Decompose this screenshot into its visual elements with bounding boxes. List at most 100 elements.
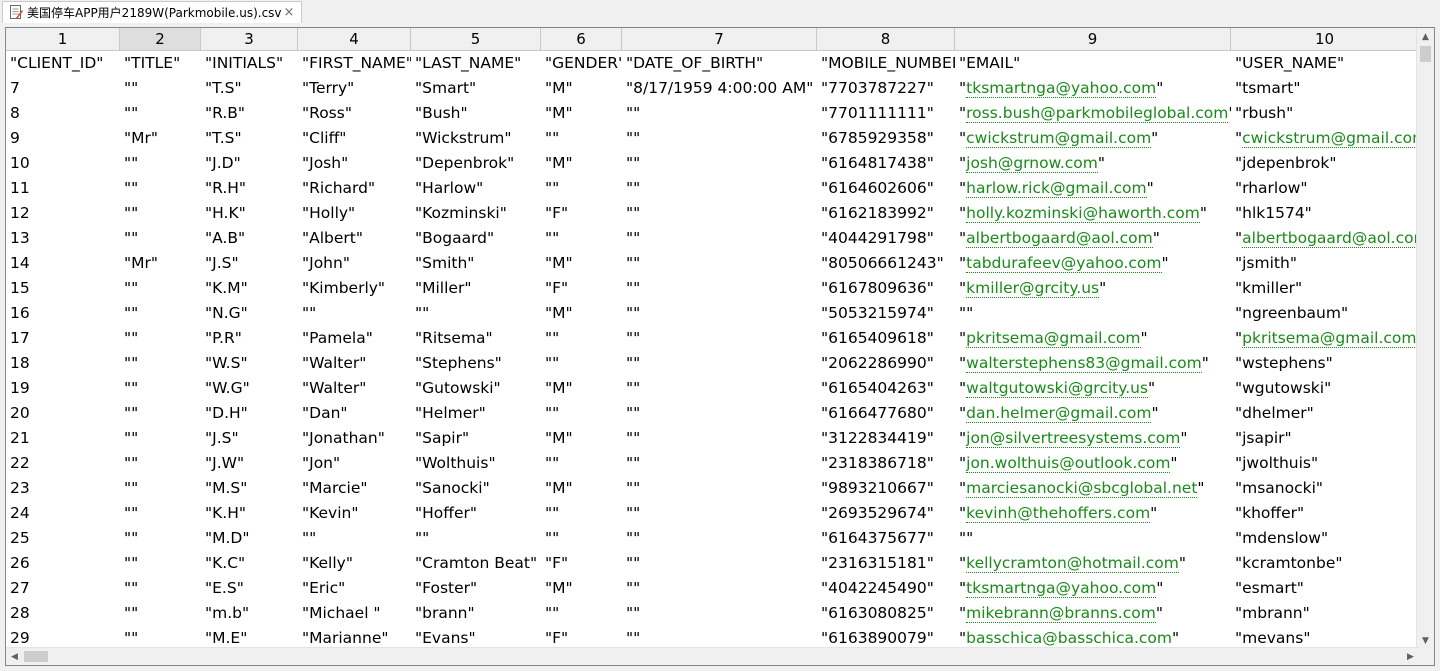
table-cell[interactable]: "Gutowski" — [411, 376, 541, 401]
table-cell[interactable]: "tksmartnga@yahoo.com" — [955, 76, 1231, 101]
table-cell[interactable]: 27 — [6, 576, 120, 601]
table-cell[interactable]: "M" — [541, 426, 622, 451]
table-cell[interactable]: "harlow.rick@gmail.com" — [955, 176, 1231, 201]
table-cell[interactable]: "" — [622, 576, 817, 601]
table-cell[interactable]: "D.H" — [201, 401, 298, 426]
table-cell[interactable]: "6164375677" — [817, 526, 955, 551]
vertical-scrollbar[interactable]: ▲ ▼ — [1416, 28, 1434, 649]
table-cell[interactable]: "Bush" — [411, 101, 541, 126]
table-cell[interactable]: "2693529674" — [817, 501, 955, 526]
email-link[interactable]: kellycramton@hotmail.com — [966, 554, 1179, 573]
table-cell[interactable]: "" — [120, 176, 201, 201]
table-cell[interactable]: "" — [120, 401, 201, 426]
table-cell[interactable]: "F" — [541, 201, 622, 226]
table-cell[interactable]: "" — [120, 476, 201, 501]
scroll-up-icon[interactable]: ▲ — [1417, 28, 1434, 45]
table-cell[interactable]: "marciesanocki@sbcglobal.net" — [955, 476, 1231, 501]
table-cell[interactable]: 15 — [6, 276, 120, 301]
table-cell[interactable]: "mikebrann@branns.com" — [955, 601, 1231, 626]
table-cell[interactable]: "jdepenbrok" — [1231, 151, 1419, 176]
table-cell[interactable]: "Josh" — [298, 151, 411, 176]
table-cell[interactable]: "tabdurafeev@yahoo.com" — [955, 251, 1231, 276]
table-cell[interactable]: "mdenslow" — [1231, 526, 1419, 551]
table-cell[interactable]: "Foster" — [411, 576, 541, 601]
table-cell[interactable]: "9893210667" — [817, 476, 955, 501]
table-cell[interactable]: "" — [541, 501, 622, 526]
table-cell[interactable]: "" — [541, 451, 622, 476]
table-cell[interactable]: "FIRST_NAME" — [298, 51, 411, 76]
table-cell[interactable]: "Kozminski" — [411, 201, 541, 226]
table-cell[interactable]: "" — [541, 351, 622, 376]
table-cell[interactable]: "Kelly" — [298, 551, 411, 576]
table-cell[interactable]: "Smith" — [411, 251, 541, 276]
table-cell[interactable]: 14 — [6, 251, 120, 276]
table-cell[interactable]: "J.W" — [201, 451, 298, 476]
table-cell[interactable]: "Dan" — [298, 401, 411, 426]
email-link[interactable]: cwickstrum@gmail.com — [1242, 129, 1419, 148]
table-cell[interactable]: "" — [622, 176, 817, 201]
table-cell[interactable]: "" — [120, 276, 201, 301]
column-header-8[interactable]: 8 — [817, 28, 955, 51]
table-cell[interactable]: "W.G" — [201, 376, 298, 401]
email-link[interactable]: tksmartnga@yahoo.com — [966, 579, 1157, 598]
table-cell[interactable]: "F" — [541, 276, 622, 301]
table-cell[interactable]: "6163080825" — [817, 601, 955, 626]
table-cell[interactable]: "" — [120, 451, 201, 476]
table-cell[interactable]: 28 — [6, 601, 120, 626]
table-cell[interactable]: "6162183992" — [817, 201, 955, 226]
table-cell[interactable]: "kmiller@grcity.us" — [955, 276, 1231, 301]
table-cell[interactable]: 13 — [6, 226, 120, 251]
column-header-7[interactable]: 7 — [622, 28, 817, 51]
table-cell[interactable]: "wgutowski" — [1231, 376, 1419, 401]
table-cell[interactable]: "tsmart" — [1231, 76, 1419, 101]
table-cell[interactable]: "8/17/1959 4:00:00 AM" — [622, 76, 817, 101]
email-link[interactable]: marciesanocki@sbcglobal.net — [966, 479, 1198, 498]
table-cell[interactable]: "ross.bush@parkmobileglobal.com" — [955, 101, 1231, 126]
table-cell[interactable]: "J.S" — [201, 251, 298, 276]
email-link[interactable]: basschica@basschica.com — [966, 629, 1172, 648]
column-header-5[interactable]: 5 — [411, 28, 541, 51]
table-cell[interactable]: "Sapir" — [411, 426, 541, 451]
table-cell[interactable]: "Wolthuis" — [411, 451, 541, 476]
table-cell[interactable]: "M" — [541, 251, 622, 276]
table-cell[interactable]: "" — [622, 451, 817, 476]
table-cell[interactable]: "" — [120, 226, 201, 251]
table-cell[interactable]: "4042245490" — [817, 576, 955, 601]
table-cell[interactable]: "mevans" — [1231, 626, 1419, 649]
table-cell[interactable]: "esmart" — [1231, 576, 1419, 601]
table-cell[interactable]: "" — [120, 501, 201, 526]
table-cell[interactable]: "holly.kozminski@haworth.com" — [955, 201, 1231, 226]
file-tab[interactable]: 美国停车APP用户2189W(Parkmobile.us).csv × — [2, 1, 302, 23]
table-cell[interactable]: "waltgutowski@grcity.us" — [955, 376, 1231, 401]
table-cell[interactable]: "M.S" — [201, 476, 298, 501]
table-cell[interactable]: "rharlow" — [1231, 176, 1419, 201]
table-cell[interactable]: "Helmer" — [411, 401, 541, 426]
table-cell[interactable]: "" — [622, 101, 817, 126]
table-cell[interactable]: "" — [411, 526, 541, 551]
table-cell[interactable]: "Jonathan" — [298, 426, 411, 451]
table-cell[interactable]: "" — [298, 526, 411, 551]
table-cell[interactable]: "3122834419" — [817, 426, 955, 451]
horizontal-scroll-thumb[interactable] — [24, 651, 48, 662]
table-cell[interactable]: "E.S" — [201, 576, 298, 601]
table-cell[interactable]: "" — [411, 301, 541, 326]
table-cell[interactable]: "2062286990" — [817, 351, 955, 376]
table-cell[interactable]: "ngreenbaum" — [1231, 301, 1419, 326]
table-cell[interactable]: "Kevin" — [298, 501, 411, 526]
table-cell[interactable]: "" — [541, 526, 622, 551]
table-cell[interactable]: "cwickstrum@gmail.com" — [1231, 126, 1419, 151]
table-cell[interactable]: "dan.helmer@gmail.com" — [955, 401, 1231, 426]
table-cell[interactable]: "6165409618" — [817, 326, 955, 351]
table-cell[interactable]: "John" — [298, 251, 411, 276]
table-cell[interactable]: "kevinh@thehoffers.com" — [955, 501, 1231, 526]
table-cell[interactable]: "A.B" — [201, 226, 298, 251]
table-cell[interactable]: "K.M" — [201, 276, 298, 301]
table-cell[interactable]: "" — [120, 576, 201, 601]
table-cell[interactable]: "kellycramton@hotmail.com" — [955, 551, 1231, 576]
table-cell[interactable]: "kmiller" — [1231, 276, 1419, 301]
table-cell[interactable]: "josh@grnow.com" — [955, 151, 1231, 176]
table-cell[interactable]: "" — [622, 201, 817, 226]
table-cell[interactable]: "Pamela" — [298, 326, 411, 351]
table-cell[interactable]: "tksmartnga@yahoo.com" — [955, 576, 1231, 601]
email-link[interactable]: waltgutowski@grcity.us — [966, 379, 1149, 398]
